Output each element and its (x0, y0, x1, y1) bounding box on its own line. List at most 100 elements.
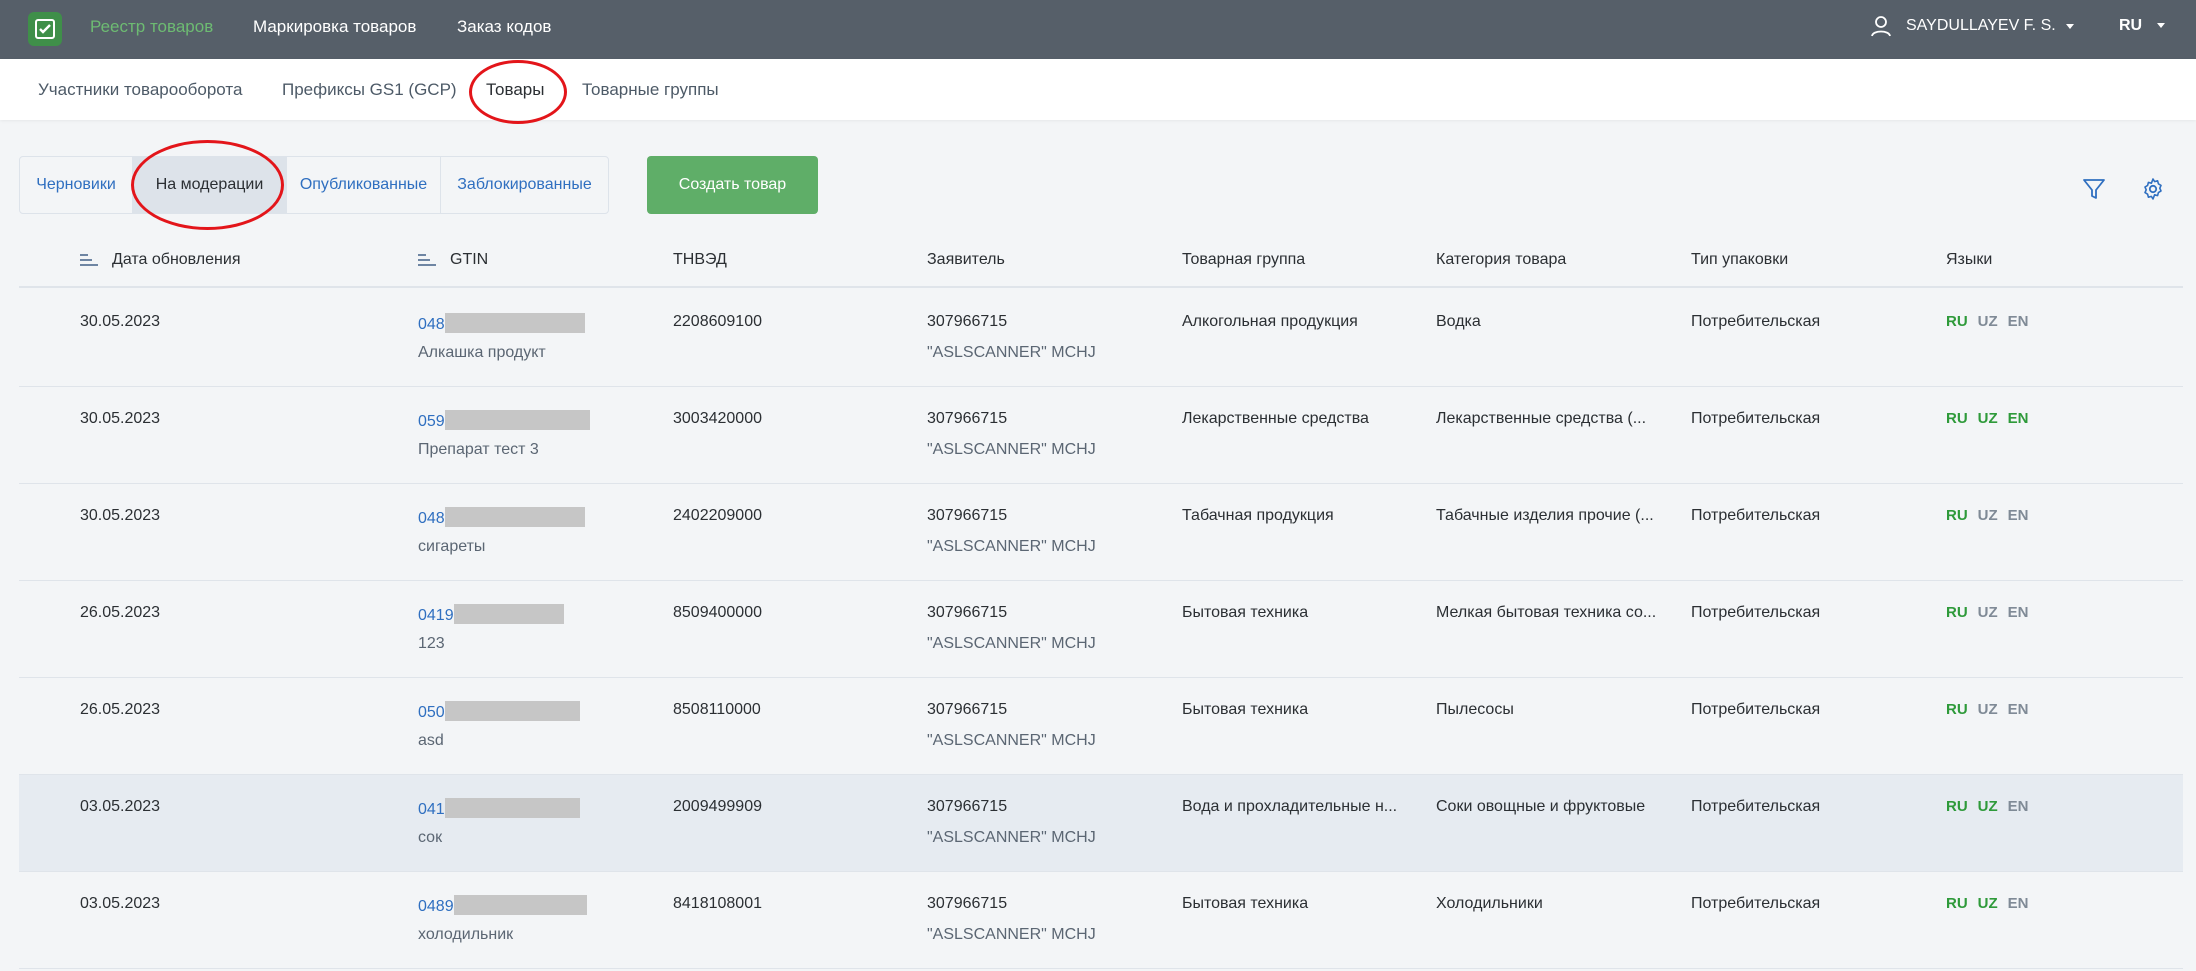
column-label: Дата обновления (112, 251, 241, 268)
language-selector[interactable]: RU (2119, 17, 2165, 35)
cell-gtin-link[interactable]: 0489 (418, 895, 587, 916)
redacted-block (444, 798, 580, 818)
user-icon (1871, 16, 1891, 37)
status-tab-published[interactable]: Опубликованные (287, 157, 441, 213)
redacted-block (453, 895, 587, 915)
cell-product-group: Бытовая техника (1182, 895, 1309, 912)
cell-package-type: Потребительская (1691, 313, 1821, 330)
table-row[interactable]: 30.05.2023 048 сигареты 2402209000 307966715… (19, 484, 2183, 581)
language-badge: UZ (1977, 604, 1998, 621)
tab-products[interactable]: Товары (486, 80, 544, 100)
status-tab-drafts[interactable]: Черновики (20, 157, 133, 213)
table-row[interactable]: 30.05.2023 059 Препарат тест 3 3003420000 30… (19, 387, 2183, 484)
status-tab-moderation[interactable]: На модерации (133, 157, 287, 213)
app-logo[interactable] (28, 12, 62, 46)
language-badge: UZ (1977, 798, 1998, 815)
checklist-icon (35, 19, 55, 39)
cell-languages: RU UZ EN (1946, 701, 2039, 719)
cell-package-type: Потребительская (1691, 895, 1821, 912)
language-badge: UZ (1977, 701, 1998, 718)
cell-applicant-id: 307966715 (927, 507, 1008, 524)
cell-gtin-link[interactable]: 048 (418, 313, 585, 334)
column-label: Категория товара (1436, 251, 1567, 268)
cell-date: 26.05.2023 (80, 604, 161, 621)
language-value: RU (2119, 17, 2143, 34)
gtin-prefix: 059 (418, 413, 445, 430)
filter-icon[interactable] (2082, 177, 2106, 201)
table-row[interactable]: 30.05.2023 048 Алкашка продукт 2208609100 30… (19, 290, 2183, 387)
cell-product-name: 123 (418, 635, 445, 652)
cell-tnved: 2009499909 (673, 798, 762, 815)
cell-languages: RU UZ EN (1946, 604, 2039, 622)
cell-gtin-link[interactable]: 048 (418, 507, 585, 528)
language-badge: RU (1946, 410, 1968, 427)
language-badge: RU (1946, 798, 1968, 815)
top-navigation-bar: Реестр товаров Маркировка товаров Заказ … (0, 0, 2196, 59)
table-row[interactable]: 03.05.2023 0489 холодильник 8418108001 30796… (19, 872, 2183, 969)
cell-tnved: 2402209000 (673, 507, 762, 524)
table-row[interactable]: 26.05.2023 0419 123 8509400000 307966715 "ASL… (19, 581, 2183, 678)
cell-category: Холодильники (1436, 895, 1543, 912)
tab-trade-participants[interactable]: Участники товарооборота (38, 80, 242, 100)
column-label: Товарная группа (1182, 251, 1306, 268)
status-tab-blocked[interactable]: Заблокированные (441, 157, 608, 213)
cell-product-group: Бытовая техника (1182, 604, 1309, 621)
cell-product-name: холодильник (418, 926, 514, 943)
cell-date: 30.05.2023 (80, 410, 161, 427)
cell-gtin-link[interactable]: 0419 (418, 604, 564, 625)
cell-product-group: Вода и прохладительные н... (1182, 798, 1398, 815)
cell-package-type: Потребительская (1691, 507, 1821, 524)
table-row[interactable]: 03.05.2023 041 сок 2009499909 307966715 "ASLS… (19, 775, 2183, 872)
cell-applicant-id: 307966715 (927, 604, 1008, 621)
cell-gtin-link[interactable]: 059 (418, 410, 590, 431)
cell-package-type: Потребительская (1691, 798, 1821, 815)
cell-product-name: asd (418, 732, 444, 749)
status-tabs: Черновики На модерации Опубликованные За… (19, 156, 609, 214)
cell-tnved: 8418108001 (673, 895, 762, 912)
gear-icon[interactable] (2141, 177, 2165, 201)
table-row[interactable]: 26.05.2023 050 asd 8508110000 307966715 "ASLS… (19, 678, 2183, 775)
language-badge: EN (2007, 410, 2029, 427)
create-product-button[interactable]: Создать товар (647, 156, 818, 214)
topnav-code-order[interactable]: Заказ кодов (457, 17, 551, 37)
cell-gtin-link[interactable]: 041 (418, 798, 580, 819)
column-label: Тип упаковки (1691, 251, 1789, 268)
cell-category: Табачные изделия прочие (... (1436, 507, 1654, 524)
language-badge: RU (1946, 507, 1968, 524)
tab-gs1-prefixes[interactable]: Префиксы GS1 (GCP) (282, 80, 457, 100)
gtin-prefix: 048 (418, 316, 445, 333)
cell-product-group: Бытовая техника (1182, 701, 1309, 718)
redacted-block (444, 507, 585, 527)
language-badge: EN (2007, 895, 2029, 912)
column-header-applicant: Заявитель (927, 251, 1005, 269)
column-header-gtin[interactable]: GTIN (418, 251, 488, 269)
sort-icon[interactable] (80, 253, 98, 267)
language-badge: RU (1946, 895, 1968, 912)
cell-category: Водка (1436, 313, 1481, 330)
column-label: ТНВЭД (673, 251, 727, 268)
cell-applicant-name: "ASLSCANNER" MCHJ (927, 635, 1096, 652)
chevron-down-icon (2156, 23, 2165, 29)
language-badge: EN (2007, 313, 2029, 330)
user-menu[interactable]: SAYDULLAYEV F. S. (1870, 15, 2074, 37)
user-name: SAYDULLAYEV F. S. (1906, 17, 2056, 34)
cell-date: 30.05.2023 (80, 507, 161, 524)
cell-applicant-name: "ASLSCANNER" MCHJ (927, 538, 1096, 555)
cell-applicant-id: 307966715 (927, 895, 1008, 912)
column-label: Заявитель (927, 251, 1005, 268)
column-header-date[interactable]: Дата обновления (80, 251, 240, 269)
cell-languages: RU UZ EN (1946, 798, 2039, 816)
cell-gtin-link[interactable]: 050 (418, 701, 580, 722)
column-header-tnved: ТНВЭД (673, 251, 727, 269)
cell-applicant-id: 307966715 (927, 313, 1008, 330)
cell-languages: RU UZ EN (1946, 410, 2039, 428)
language-badge: RU (1946, 313, 1968, 330)
topnav-product-registry[interactable]: Реестр товаров (90, 17, 213, 37)
tab-product-groups[interactable]: Товарные группы (582, 80, 719, 100)
cell-date: 30.05.2023 (80, 313, 161, 330)
cell-applicant-name: "ASLSCANNER" MCHJ (927, 441, 1096, 458)
topnav-product-marking[interactable]: Маркировка товаров (253, 17, 416, 37)
sort-icon[interactable] (418, 253, 436, 267)
cell-product-name: сок (418, 829, 443, 846)
cell-applicant-name: "ASLSCANNER" MCHJ (927, 344, 1096, 361)
